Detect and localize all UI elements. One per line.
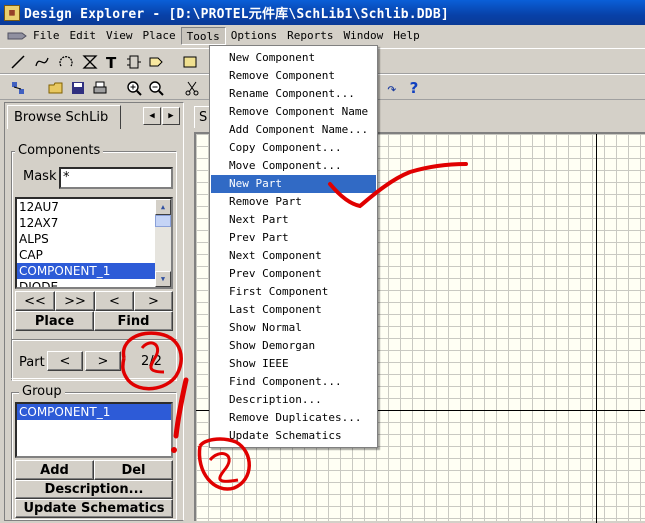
part-tool-icon[interactable] bbox=[124, 52, 144, 72]
app-icon[interactable]: ▦ bbox=[4, 4, 20, 21]
list-item-selected[interactable]: COMPONENT_1 bbox=[17, 404, 171, 420]
design-manager-icon[interactable] bbox=[8, 78, 28, 98]
zoom-in-icon[interactable] bbox=[124, 78, 144, 98]
window-title: Design Explorer - [D:\PROTEL元件库\SchLib1\… bbox=[24, 7, 449, 22]
components-label: Components bbox=[15, 143, 104, 158]
cut-icon[interactable] bbox=[182, 78, 202, 98]
scroll-down-icon[interactable]: ▼ bbox=[155, 271, 171, 287]
menu-view[interactable]: View bbox=[101, 27, 138, 45]
scroll-thumb[interactable] bbox=[155, 215, 171, 227]
list-item[interactable]: DIODE bbox=[17, 279, 171, 287]
menu-bar: File Edit View Place Tools Options Repor… bbox=[0, 25, 645, 47]
menu-options[interactable]: Options bbox=[226, 27, 282, 45]
menu-item-show-ieee[interactable]: Show IEEE bbox=[211, 355, 376, 373]
menu-item-prev-component[interactable]: Prev Component bbox=[211, 265, 376, 283]
menu-item-rename-component[interactable]: Rename Component... bbox=[211, 85, 376, 103]
menu-item-prev-part[interactable]: Prev Part bbox=[211, 229, 376, 247]
next-component-button[interactable]: > bbox=[134, 291, 173, 311]
menu-item-show-demorgan[interactable]: Show Demorgan bbox=[211, 337, 376, 355]
bezier-tool-icon[interactable] bbox=[32, 52, 52, 72]
prev-component-button[interactable]: < bbox=[95, 291, 134, 311]
find-button[interactable]: Find bbox=[94, 311, 173, 331]
add-button[interactable]: Add bbox=[15, 460, 94, 480]
list-item[interactable]: 12AX7 bbox=[17, 215, 171, 231]
menu-item-remove-component[interactable]: Remove Component bbox=[211, 67, 376, 85]
menu-reports[interactable]: Reports bbox=[282, 27, 338, 45]
redo-icon[interactable]: ↷ bbox=[382, 78, 402, 98]
next-part-button[interactable]: > bbox=[85, 351, 121, 371]
tab-browse-schlib[interactable]: Browse SchLib bbox=[7, 105, 121, 129]
update-schematics-button[interactable]: Update Schematics bbox=[15, 499, 173, 518]
prev-part-button[interactable]: < bbox=[47, 351, 83, 371]
part-counter: 2/2 bbox=[141, 354, 162, 369]
tab-scroll-left-button[interactable]: ◀ bbox=[143, 107, 161, 125]
menu-item-find-component[interactable]: Find Component... bbox=[211, 373, 376, 391]
del-button[interactable]: Del bbox=[94, 460, 173, 480]
rectangle-tool-icon[interactable] bbox=[180, 52, 200, 72]
title-bar: ▦ Design Explorer - [D:\PROTEL元件库\SchLib… bbox=[0, 0, 645, 25]
text-tool-icon[interactable]: T bbox=[102, 52, 122, 72]
scroll-up-icon[interactable]: ▲ bbox=[155, 199, 171, 215]
part-label: Part bbox=[19, 355, 45, 370]
menu-place[interactable]: Place bbox=[138, 27, 181, 45]
group-list[interactable]: COMPONENT_1 bbox=[15, 402, 173, 458]
mask-input[interactable]: * bbox=[59, 167, 173, 189]
open-folder-icon[interactable] bbox=[46, 78, 66, 98]
menu-item-new-part[interactable]: New Part bbox=[211, 175, 376, 193]
menu-item-move-component[interactable]: Move Component... bbox=[211, 157, 376, 175]
zoom-out-icon[interactable] bbox=[146, 78, 166, 98]
list-item[interactable]: 12AU7 bbox=[17, 199, 171, 215]
origin-axis-vertical bbox=[596, 134, 597, 523]
document-icon[interactable] bbox=[6, 27, 28, 45]
menu-item-last-component[interactable]: Last Component bbox=[211, 301, 376, 319]
list-item[interactable]: CAP bbox=[17, 247, 171, 263]
menu-tools[interactable]: Tools bbox=[180, 27, 226, 45]
menu-item-copy-component[interactable]: Copy Component... bbox=[211, 139, 376, 157]
menu-item-next-component[interactable]: Next Component bbox=[211, 247, 376, 265]
menu-file[interactable]: File bbox=[28, 27, 65, 45]
mask-label: Mask bbox=[23, 169, 57, 184]
menu-item-remove-part[interactable]: Remove Part bbox=[211, 193, 376, 211]
menu-item-remove-component-name[interactable]: Remove Component Name bbox=[211, 103, 376, 121]
tools-menu: New Component Remove Component Rename Co… bbox=[209, 45, 378, 448]
arc-tool-icon[interactable] bbox=[56, 52, 76, 72]
menu-edit[interactable]: Edit bbox=[65, 27, 102, 45]
list-item[interactable]: ALPS bbox=[17, 231, 171, 247]
menu-item-add-component-name[interactable]: Add Component Name... bbox=[211, 121, 376, 139]
menu-help[interactable]: Help bbox=[388, 27, 425, 45]
menu-window[interactable]: Window bbox=[338, 27, 388, 45]
menu-item-new-component[interactable]: New Component bbox=[211, 49, 376, 67]
description-button[interactable]: Description... bbox=[15, 480, 173, 499]
last-component-button[interactable]: >> bbox=[55, 291, 95, 311]
browse-panel: Browse SchLib ◀ ▶ Components Mask * 12AU… bbox=[4, 102, 184, 521]
components-scrollbar[interactable]: ▲ ▼ bbox=[155, 199, 171, 287]
save-icon[interactable] bbox=[68, 78, 88, 98]
svg-text:T: T bbox=[106, 54, 117, 70]
menu-item-update-schematics[interactable]: Update Schematics bbox=[211, 427, 376, 445]
print-icon[interactable] bbox=[90, 78, 110, 98]
help-icon[interactable]: ? bbox=[404, 78, 424, 98]
place-button[interactable]: Place bbox=[15, 311, 94, 331]
group-label: Group bbox=[19, 384, 65, 399]
menu-item-first-component[interactable]: First Component bbox=[211, 283, 376, 301]
menu-item-show-normal[interactable]: Show Normal bbox=[211, 319, 376, 337]
components-list[interactable]: 12AU7 12AX7 ALPS CAP COMPONENT_1 DIODE ▲… bbox=[15, 197, 173, 289]
pin-tool-icon[interactable] bbox=[146, 52, 166, 72]
menu-item-remove-duplicates[interactable]: Remove Duplicates... bbox=[211, 409, 376, 427]
menu-item-next-part[interactable]: Next Part bbox=[211, 211, 376, 229]
menu-item-description[interactable]: Description... bbox=[211, 391, 376, 409]
polygon-tool-icon[interactable] bbox=[80, 52, 100, 72]
list-item-selected[interactable]: COMPONENT_1 bbox=[17, 263, 171, 279]
line-tool-icon[interactable] bbox=[8, 52, 28, 72]
first-component-button[interactable]: << bbox=[15, 291, 55, 311]
tab-scroll-right-button[interactable]: ▶ bbox=[162, 107, 180, 125]
